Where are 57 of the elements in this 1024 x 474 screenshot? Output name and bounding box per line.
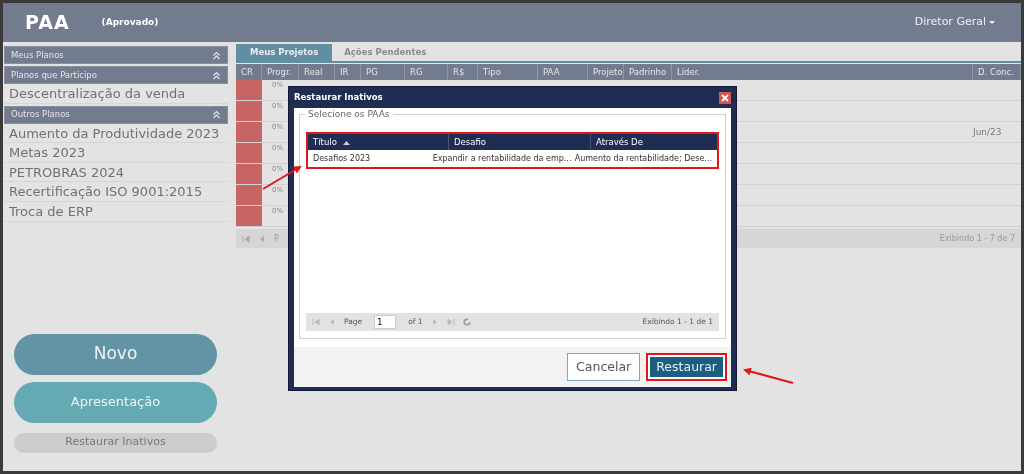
refresh-icon[interactable] [462, 318, 471, 326]
column-header[interactable]: IR [335, 64, 361, 80]
table-cell-text: Expandir a rentabilidade da emp... [431, 153, 570, 165]
section-header[interactable]: Planos que Participo [4, 66, 228, 84]
plan-item[interactable]: Recertificação ISO 9001:2015 [4, 182, 228, 202]
page-field[interactable]: 1 [374, 315, 397, 329]
last-page-icon[interactable] [446, 318, 455, 326]
collapse-icon[interactable] [212, 110, 221, 120]
column-header[interactable]: R$ [448, 64, 478, 80]
section-header[interactable]: Outros Planos [4, 105, 228, 124]
plan-item[interactable]: Aumento da Produtividade 2023 [4, 123, 228, 144]
table-cell-text: Aumento da rentabilidade; Dese... [573, 153, 713, 165]
sidebar-button[interactable]: Novo [14, 333, 217, 375]
sidebar-button[interactable]: Apresentação [14, 381, 217, 423]
plan-item[interactable]: Troca de ERP [4, 201, 228, 222]
column-header[interactable]: Projeto [588, 64, 624, 80]
column-header[interactable]: Tipo [478, 64, 538, 80]
collapse-icon[interactable] [212, 50, 221, 60]
plan-item[interactable]: Metas 2023 [4, 143, 228, 163]
next-page-icon[interactable] [430, 318, 439, 326]
column-header[interactable]: D. Conc. [973, 64, 1021, 80]
column-header[interactable]: Padrinho [624, 64, 672, 80]
annotation-arrow [743, 367, 794, 384]
column-header[interactable]: Progr. [262, 64, 299, 80]
plan-item[interactable]: PETROBRAS 2024 [4, 162, 228, 183]
user-menu[interactable]: Diretor Geral [914, 14, 995, 31]
dialog-title: Restaurar Inativos [294, 91, 383, 104]
column-header[interactable]: Através De [591, 134, 717, 150]
tab[interactable]: Ações Pendentes [332, 44, 439, 61]
date-cell-text: Jun/23 [973, 126, 1003, 139]
first-page-icon[interactable] [242, 234, 250, 243]
annotation-arrow [262, 166, 302, 190]
section-title: Meus Planos [11, 48, 64, 62]
dialog-button[interactable]: Restaurar [646, 353, 727, 381]
column-header[interactable]: PG [361, 64, 405, 80]
column-header[interactable]: Real [299, 64, 335, 80]
previous-page-icon[interactable] [328, 318, 336, 326]
section-title: Planos que Participo [11, 68, 97, 82]
collapse-icon[interactable] [212, 70, 221, 80]
status-label: (Aprovado) [101, 15, 159, 29]
sidebar-button[interactable]: Restaurar Inativos [14, 432, 217, 453]
plan-item[interactable]: Descentralização da venda [4, 84, 228, 104]
section-header[interactable]: Meus Planos [4, 46, 228, 64]
column-header[interactable]: Líder. [672, 64, 973, 80]
column-header[interactable]: RG [405, 64, 448, 80]
column-header[interactable]: Desafio [449, 134, 591, 150]
section-title: Outros Planos [11, 108, 70, 121]
tab[interactable]: Meus Projetos [236, 44, 333, 61]
dialog-button[interactable]: Cancelar [567, 353, 641, 381]
first-page-icon[interactable] [312, 318, 320, 326]
previous-page-icon[interactable] [258, 234, 266, 243]
page-label: P [274, 232, 279, 245]
table-cell-text: Desafios 2023 [312, 153, 372, 165]
close-button[interactable] [719, 91, 731, 104]
column-header[interactable]: PAA [538, 64, 588, 80]
column-header[interactable]: Título [308, 134, 449, 150]
app-title: PAA [25, 10, 70, 36]
